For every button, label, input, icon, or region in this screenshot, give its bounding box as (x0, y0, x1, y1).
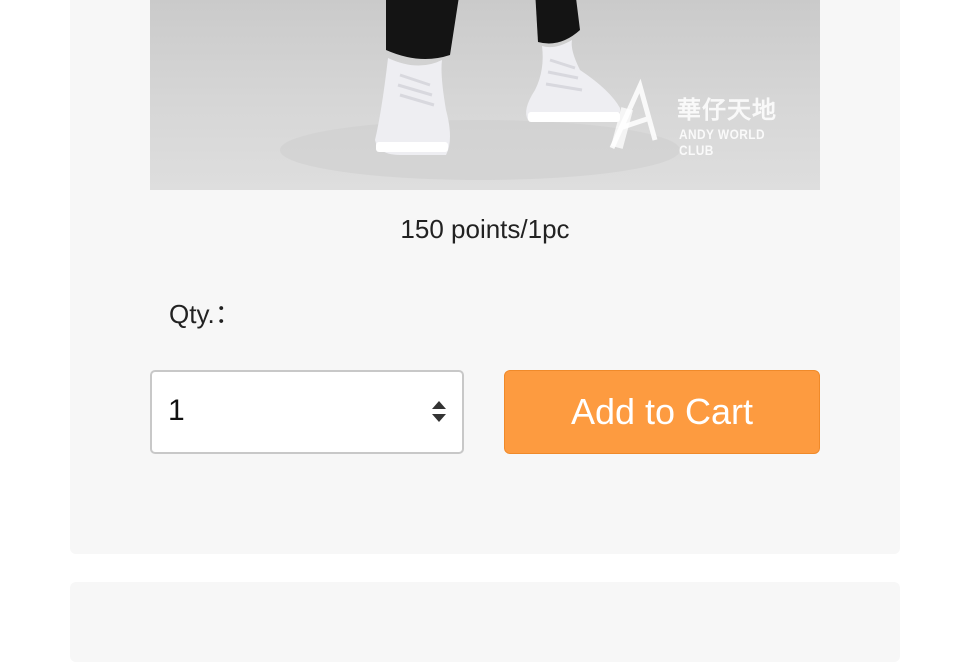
product-card: 華仔天地 ANDY WORLD CLUB 150 points/1pc Qty.… (70, 0, 900, 554)
quantity-label: Qty.： (169, 299, 241, 329)
next-product-card (70, 582, 900, 662)
product-image: 華仔天地 ANDY WORLD CLUB (150, 0, 820, 190)
watermark-chinese: 華仔天地 (677, 96, 777, 124)
product-price: 150 points/1pc (400, 214, 570, 244)
add-to-cart-button[interactable]: Add to Cart (504, 370, 820, 454)
watermark-english: ANDY WORLD CLUB (679, 126, 766, 158)
quantity-value: 1 (168, 394, 185, 427)
select-arrows-icon (430, 401, 448, 425)
quantity-select[interactable]: 1 (150, 370, 464, 454)
